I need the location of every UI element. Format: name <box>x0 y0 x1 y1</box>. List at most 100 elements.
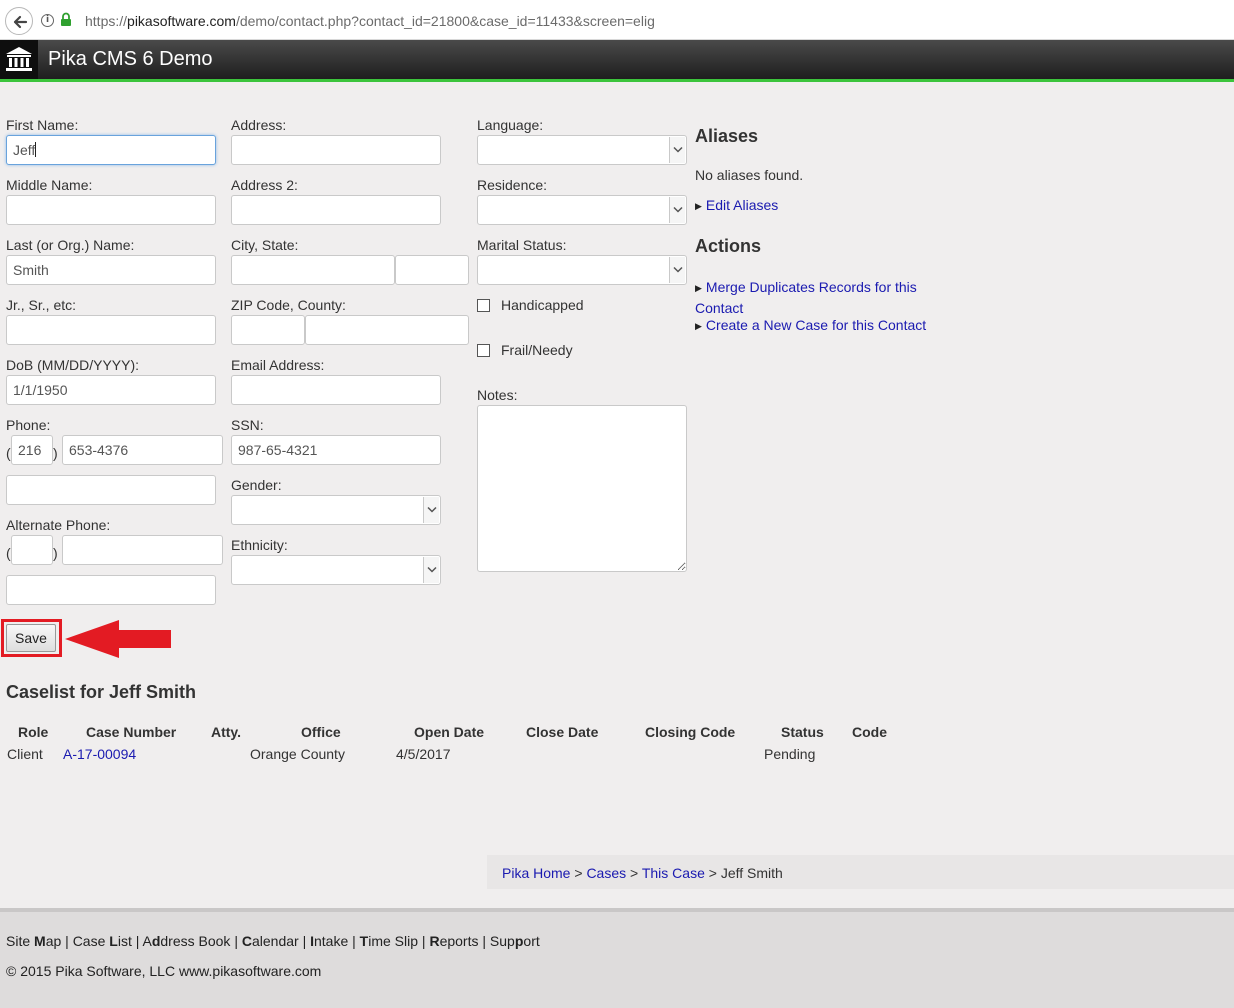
footer-link-accesskey: T <box>359 933 369 949</box>
residence-select[interactable] <box>477 195 687 225</box>
breadcrumb-this-case-link[interactable]: This Case <box>642 865 705 881</box>
notes-label: Notes: <box>477 387 518 403</box>
column-header-open-date[interactable]: Open Date <box>414 724 484 740</box>
alt-phone-number-input[interactable] <box>62 535 223 565</box>
column-header-office[interactable]: Office <box>301 724 341 740</box>
marital-status-select[interactable] <box>477 255 687 285</box>
breadcrumb-cases-link[interactable]: Cases <box>586 865 626 881</box>
courthouse-icon <box>6 47 32 71</box>
caselist-heading: Caselist for Jeff Smith <box>6 682 197 702</box>
ethnicity-select[interactable] <box>231 555 441 585</box>
alt-phone-label: Alternate Phone: <box>6 517 111 533</box>
language-select[interactable] <box>477 135 687 165</box>
footer-link[interactable]: Address Book <box>142 933 230 949</box>
footer-link-accesskey: R <box>429 933 440 949</box>
footer-link[interactable]: Site Map <box>6 933 61 949</box>
chevron-down-icon <box>673 146 683 153</box>
breadcrumb: Pika Home > Cases > This Case > Jeff Smi… <box>487 855 1234 889</box>
no-aliases-text: No aliases found. <box>695 167 804 183</box>
annotation-arrow-icon <box>65 620 171 658</box>
url-field[interactable]: https://pikasoftware.com/demo/contact.ph… <box>85 13 655 29</box>
email-input[interactable] <box>231 375 441 405</box>
footer-link[interactable]: Reports <box>429 933 478 949</box>
actions-heading: Actions <box>695 236 762 256</box>
suffix-input[interactable] <box>6 315 216 345</box>
footer-link[interactable]: Case List <box>73 933 132 949</box>
edit-aliases-link[interactable]: ▶ Edit Aliases <box>695 197 778 213</box>
app-title: Pika CMS 6 Demo <box>48 48 213 70</box>
state-input[interactable] <box>395 255 469 285</box>
first-name-input[interactable]: Jeff <box>6 135 216 165</box>
county-input[interactable] <box>305 315 469 345</box>
merge-duplicates-link[interactable]: ▶ Merge Duplicates Records for this Contac… <box>695 277 917 318</box>
residence-dropdown-arrow[interactable] <box>669 197 685 223</box>
column-header-close-date[interactable]: Close Date <box>526 724 598 740</box>
copyright-text: © 2015 Pika Software, LLC www.pikasoftwa… <box>6 963 322 979</box>
first-name-label: First Name: <box>6 117 79 133</box>
last-name-input[interactable]: Smith <box>6 255 216 285</box>
address2-input[interactable] <box>231 195 441 225</box>
save-button[interactable]: Save <box>6 624 56 652</box>
phone-paren-open: ( <box>6 445 11 461</box>
column-header-case-number[interactable]: Case Number <box>86 724 176 740</box>
zip-input[interactable] <box>231 315 305 345</box>
suffix-label: Jr., Sr., etc: <box>6 297 77 313</box>
gender-dropdown-arrow[interactable] <box>423 497 439 523</box>
chevron-down-icon <box>673 206 683 213</box>
footer-link[interactable]: Intake <box>310 933 348 949</box>
site-info-icon[interactable]: i <box>41 14 54 27</box>
aliases-heading: Aliases <box>695 126 759 146</box>
footer-link-accesskey: C <box>241 933 252 949</box>
notes-textarea[interactable] <box>477 405 687 572</box>
phone-notes-input[interactable] <box>6 475 216 505</box>
case-number-link[interactable]: A-17-00094 <box>63 746 136 762</box>
frail-needy-checkbox[interactable] <box>477 344 490 357</box>
column-header-closing-code[interactable]: Closing Code <box>645 724 735 740</box>
middle-name-label: Middle Name: <box>6 177 93 193</box>
phone-paren-close: ) <box>53 445 58 461</box>
gender-label: Gender: <box>231 477 282 493</box>
frail-needy-label[interactable]: Frail/Needy <box>501 342 573 358</box>
handicapped-label[interactable]: Handicapped <box>501 297 584 313</box>
edit-aliases-label: Edit Aliases <box>705 197 779 213</box>
alt-phone-area-code-input[interactable] <box>11 535 53 565</box>
last-name-label: Last (or Org.) Name: <box>6 237 135 253</box>
create-case-link[interactable]: ▶ Create a New Case for this Contact <box>695 317 926 333</box>
breadcrumb-home-link[interactable]: Pika Home <box>502 865 570 881</box>
alt-phone-notes-input[interactable] <box>6 575 216 605</box>
dob-input[interactable]: 1/1/1950 <box>6 375 216 405</box>
back-button[interactable] <box>5 7 33 35</box>
cell-office: Orange County <box>250 746 345 762</box>
app-logo[interactable] <box>0 40 38 79</box>
create-case-label: Create a New Case for this Contact <box>705 317 927 333</box>
city-input[interactable] <box>231 255 395 285</box>
column-header-atty[interactable]: Atty. <box>211 724 241 740</box>
alt-phone-paren-close: ) <box>53 545 58 561</box>
middle-name-input[interactable] <box>6 195 216 225</box>
footer-link-accesskey: I <box>310 933 314 949</box>
column-header-status[interactable]: Status <box>781 724 824 740</box>
breadcrumb-separator: > <box>574 865 583 881</box>
ethnicity-dropdown-arrow[interactable] <box>423 557 439 583</box>
handicapped-checkbox[interactable] <box>477 299 490 312</box>
ssn-input[interactable]: 987-65-4321 <box>231 435 441 465</box>
footer: Site Map | Case List | Address Book | Ca… <box>0 908 1234 1008</box>
footer-link[interactable]: Support <box>490 933 540 949</box>
column-header-code[interactable]: Code <box>852 724 887 740</box>
cell-role: Client <box>7 746 43 762</box>
footer-link[interactable]: Time Slip <box>360 933 418 949</box>
column-header-role[interactable]: Role <box>18 724 48 740</box>
gender-select[interactable] <box>231 495 441 525</box>
footer-separator: | <box>61 933 73 949</box>
footer-link-accesskey: M <box>34 933 46 949</box>
phone-number-input[interactable]: 653-4376 <box>62 435 223 465</box>
zip-county-label: ZIP Code, County: <box>231 297 346 313</box>
phone-area-code-input[interactable]: 216 <box>11 435 53 465</box>
marital-dropdown-arrow[interactable] <box>669 257 685 283</box>
address-input[interactable] <box>231 135 441 165</box>
email-label: Email Address: <box>231 357 325 373</box>
footer-link[interactable]: Calendar <box>242 933 299 949</box>
lock-icon[interactable] <box>60 12 72 27</box>
language-dropdown-arrow[interactable] <box>669 137 685 163</box>
phone-label: Phone: <box>6 417 51 433</box>
